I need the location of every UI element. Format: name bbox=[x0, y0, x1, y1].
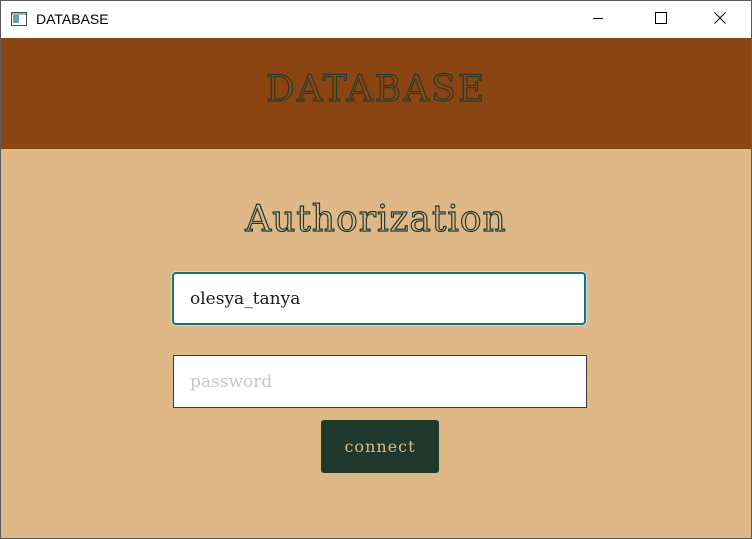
password-input[interactable] bbox=[173, 355, 587, 408]
close-icon bbox=[714, 11, 726, 29]
app-window-icon bbox=[11, 12, 27, 26]
username-input[interactable] bbox=[172, 272, 586, 325]
window-title: DATABASE bbox=[36, 11, 109, 27]
close-button[interactable] bbox=[697, 1, 743, 38]
connect-button[interactable]: connect bbox=[321, 420, 439, 473]
maximize-icon bbox=[655, 11, 667, 29]
maximize-button[interactable] bbox=[638, 1, 684, 38]
minimize-icon bbox=[592, 11, 604, 29]
auth-heading: Authorization bbox=[245, 198, 507, 240]
header-banner: DATABASE bbox=[1, 38, 751, 149]
auth-panel: Authorization connect bbox=[1, 149, 751, 538]
header-title: DATABASE bbox=[265, 68, 487, 110]
minimize-button[interactable] bbox=[575, 1, 621, 38]
title-bar[interactable]: DATABASE bbox=[1, 1, 751, 38]
app-window: DATABASE DATABASE Authorization olesya_t… bbox=[0, 0, 752, 539]
